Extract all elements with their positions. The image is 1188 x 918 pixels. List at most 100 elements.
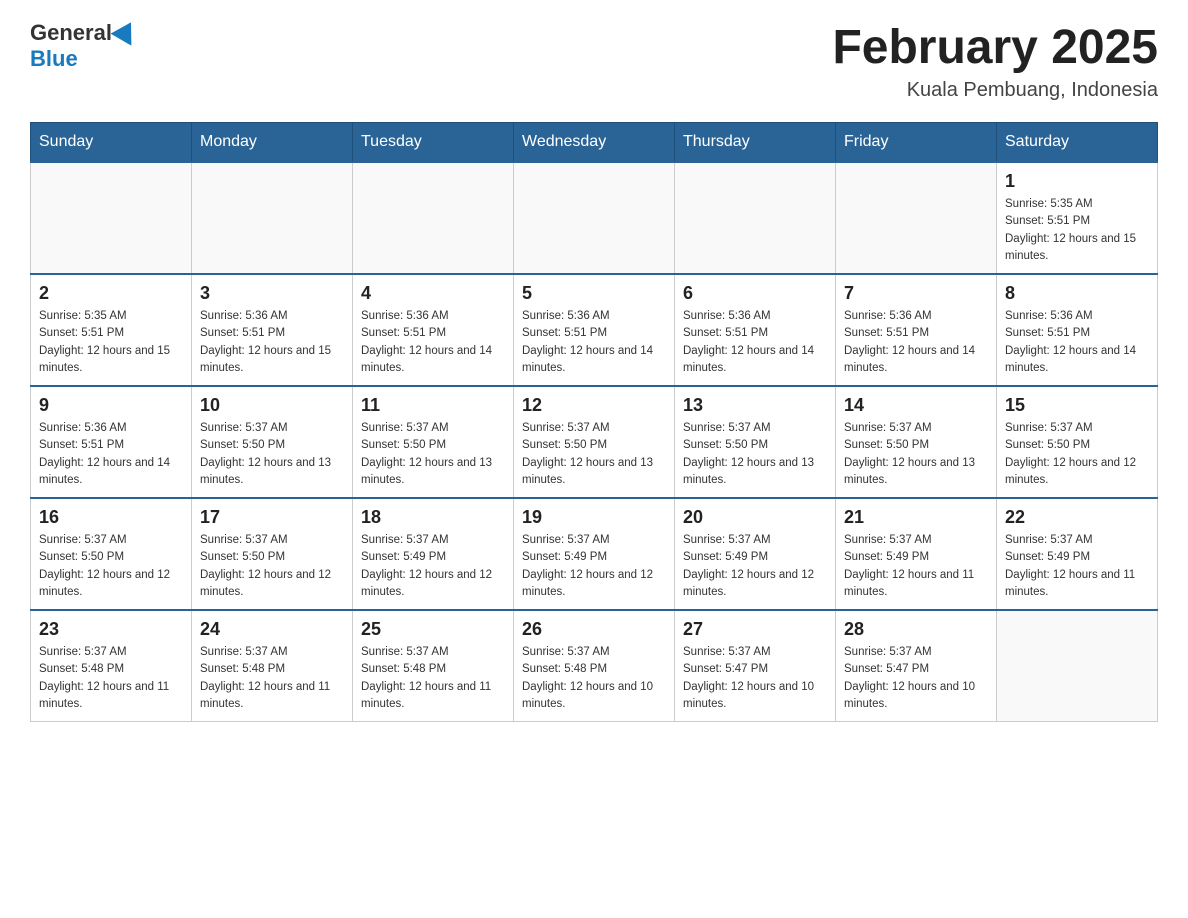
day-cell: 5 Sunrise: 5:36 AMSunset: 5:51 PMDaylight…	[514, 274, 675, 386]
day-info: Sunrise: 5:35 AMSunset: 5:51 PMDaylight:…	[1005, 196, 1149, 265]
day-cell: 14 Sunrise: 5:37 AMSunset: 5:50 PMDayligh…	[836, 386, 997, 498]
logo-triangle-icon	[111, 16, 142, 45]
day-cell: 25 Sunrise: 5:37 AMSunset: 5:48 PMDayligh…	[353, 610, 514, 722]
day-cell: 19 Sunrise: 5:37 AMSunset: 5:49 PMDayligh…	[514, 498, 675, 610]
title-area: February 2025 Kuala Pembuang, Indonesia	[832, 20, 1158, 102]
day-cell: 23 Sunrise: 5:37 AMSunset: 5:48 PMDayligh…	[31, 610, 192, 722]
month-title: February 2025	[832, 20, 1158, 75]
day-number: 12	[522, 395, 666, 416]
day-cell: 21 Sunrise: 5:37 AMSunset: 5:49 PMDayligh…	[836, 498, 997, 610]
day-number: 25	[361, 619, 505, 640]
day-number: 1	[1005, 171, 1149, 192]
day-number: 17	[200, 507, 344, 528]
day-info: Sunrise: 5:37 AMSunset: 5:47 PMDaylight:…	[844, 644, 988, 713]
day-number: 3	[200, 283, 344, 304]
day-info: Sunrise: 5:37 AMSunset: 5:50 PMDaylight:…	[39, 532, 183, 601]
week-row-1: 1 Sunrise: 5:35 AMSunset: 5:51 PMDaylight…	[31, 162, 1158, 274]
day-cell: 7 Sunrise: 5:36 AMSunset: 5:51 PMDaylight…	[836, 274, 997, 386]
day-info: Sunrise: 5:37 AMSunset: 5:50 PMDaylight:…	[361, 420, 505, 489]
day-cell: 22Sunrise: 5:37 AMSunset: 5:49 PMDayligh…	[997, 498, 1158, 610]
calendar-table: Sunday Monday Tuesday Wednesday Thursday…	[30, 122, 1158, 722]
day-number: 5	[522, 283, 666, 304]
day-cell	[192, 162, 353, 274]
day-cell	[514, 162, 675, 274]
day-cell: 4Sunrise: 5:36 AMSunset: 5:51 PMDaylight…	[353, 274, 514, 386]
logo-general-text: General	[30, 20, 112, 46]
day-number: 18	[361, 507, 505, 528]
day-cell: 26 Sunrise: 5:37 AMSunset: 5:48 PMDayligh…	[514, 610, 675, 722]
logo-blue-text: Blue	[30, 46, 138, 72]
day-number: 13	[683, 395, 827, 416]
day-number: 6	[683, 283, 827, 304]
day-cell: 6 Sunrise: 5:36 AMSunset: 5:51 PMDaylight…	[675, 274, 836, 386]
day-info: Sunrise: 5:37 AMSunset: 5:49 PMDaylight:…	[361, 532, 505, 601]
day-cell: 11 Sunrise: 5:37 AMSunset: 5:50 PMDayligh…	[353, 386, 514, 498]
day-info: Sunrise: 5:37 AMSunset: 5:48 PMDaylight:…	[200, 644, 344, 713]
day-cell	[675, 162, 836, 274]
day-info: Sunrise: 5:37 AMSunset: 5:49 PMDaylight:…	[683, 532, 827, 601]
header-tuesday: Tuesday	[353, 123, 514, 163]
day-number: 28	[844, 619, 988, 640]
day-cell: 17 Sunrise: 5:37 AMSunset: 5:50 PMDayligh…	[192, 498, 353, 610]
day-info: Sunrise: 5:36 AMSunset: 5:51 PMDaylight:…	[39, 420, 183, 489]
day-cell: 18 Sunrise: 5:37 AMSunset: 5:49 PMDayligh…	[353, 498, 514, 610]
day-info: Sunrise: 5:37 AMSunset: 5:48 PMDaylight:…	[522, 644, 666, 713]
day-cell: 9 Sunrise: 5:36 AMSunset: 5:51 PMDaylight…	[31, 386, 192, 498]
day-number: 22	[1005, 507, 1149, 528]
day-cell: 24 Sunrise: 5:37 AMSunset: 5:48 PMDayligh…	[192, 610, 353, 722]
day-info: Sunrise: 5:37 AMSunset: 5:50 PMDaylight:…	[200, 420, 344, 489]
day-number: 7	[844, 283, 988, 304]
day-number: 11	[361, 395, 505, 416]
day-number: 26	[522, 619, 666, 640]
day-number: 8	[1005, 283, 1149, 304]
day-cell: 15 Sunrise: 5:37 AMSunset: 5:50 PMDayligh…	[997, 386, 1158, 498]
day-number: 24	[200, 619, 344, 640]
day-number: 23	[39, 619, 183, 640]
header-sunday: Sunday	[31, 123, 192, 163]
day-number: 10	[200, 395, 344, 416]
day-number: 4	[361, 283, 505, 304]
day-info: Sunrise: 5:36 AMSunset: 5:51 PMDaylight:…	[1005, 308, 1149, 377]
header-friday: Friday	[836, 123, 997, 163]
day-cell: 27Sunrise: 5:37 AMSunset: 5:47 PMDayligh…	[675, 610, 836, 722]
day-cell: 1 Sunrise: 5:35 AMSunset: 5:51 PMDaylight…	[997, 162, 1158, 274]
week-row-4: 16Sunrise: 5:37 AMSunset: 5:50 PMDayligh…	[31, 498, 1158, 610]
day-info: Sunrise: 5:37 AMSunset: 5:47 PMDaylight:…	[683, 644, 827, 713]
day-cell	[31, 162, 192, 274]
day-info: Sunrise: 5:37 AMSunset: 5:48 PMDaylight:…	[361, 644, 505, 713]
day-cell: 20Sunrise: 5:37 AMSunset: 5:49 PMDayligh…	[675, 498, 836, 610]
day-info: Sunrise: 5:37 AMSunset: 5:50 PMDaylight:…	[522, 420, 666, 489]
day-cell	[836, 162, 997, 274]
page-header: General Blue February 2025 Kuala Pembuan…	[30, 20, 1158, 102]
day-info: Sunrise: 5:37 AMSunset: 5:50 PMDaylight:…	[844, 420, 988, 489]
day-info: Sunrise: 5:37 AMSunset: 5:50 PMDaylight:…	[200, 532, 344, 601]
day-cell: 8 Sunrise: 5:36 AMSunset: 5:51 PMDaylight…	[997, 274, 1158, 386]
day-number: 9	[39, 395, 183, 416]
day-info: Sunrise: 5:36 AMSunset: 5:51 PMDaylight:…	[844, 308, 988, 377]
day-number: 21	[844, 507, 988, 528]
day-info: Sunrise: 5:35 AMSunset: 5:51 PMDaylight:…	[39, 308, 183, 377]
day-info: Sunrise: 5:37 AMSunset: 5:49 PMDaylight:…	[522, 532, 666, 601]
day-number: 15	[1005, 395, 1149, 416]
day-info: Sunrise: 5:36 AMSunset: 5:51 PMDaylight:…	[200, 308, 344, 377]
day-info: Sunrise: 5:37 AMSunset: 5:50 PMDaylight:…	[683, 420, 827, 489]
day-cell: 13 Sunrise: 5:37 AMSunset: 5:50 PMDayligh…	[675, 386, 836, 498]
day-cell: 3 Sunrise: 5:36 AMSunset: 5:51 PMDaylight…	[192, 274, 353, 386]
day-info: Sunrise: 5:37 AMSunset: 5:50 PMDaylight:…	[1005, 420, 1149, 489]
day-cell: 10 Sunrise: 5:37 AMSunset: 5:50 PMDayligh…	[192, 386, 353, 498]
day-info: Sunrise: 5:36 AMSunset: 5:51 PMDaylight:…	[522, 308, 666, 377]
day-cell: 2Sunrise: 5:35 AMSunset: 5:51 PMDaylight…	[31, 274, 192, 386]
location-subtitle: Kuala Pembuang, Indonesia	[832, 79, 1158, 102]
logo: General Blue	[30, 20, 138, 72]
day-number: 14	[844, 395, 988, 416]
day-cell	[997, 610, 1158, 722]
day-number: 19	[522, 507, 666, 528]
day-info: Sunrise: 5:37 AMSunset: 5:48 PMDaylight:…	[39, 644, 183, 713]
header-saturday: Saturday	[997, 123, 1158, 163]
day-cell	[353, 162, 514, 274]
day-info: Sunrise: 5:37 AMSunset: 5:49 PMDaylight:…	[844, 532, 988, 601]
day-cell: 28 Sunrise: 5:37 AMSunset: 5:47 PMDayligh…	[836, 610, 997, 722]
day-info: Sunrise: 5:36 AMSunset: 5:51 PMDaylight:…	[683, 308, 827, 377]
week-row-5: 23 Sunrise: 5:37 AMSunset: 5:48 PMDayligh…	[31, 610, 1158, 722]
day-cell: 16Sunrise: 5:37 AMSunset: 5:50 PMDayligh…	[31, 498, 192, 610]
